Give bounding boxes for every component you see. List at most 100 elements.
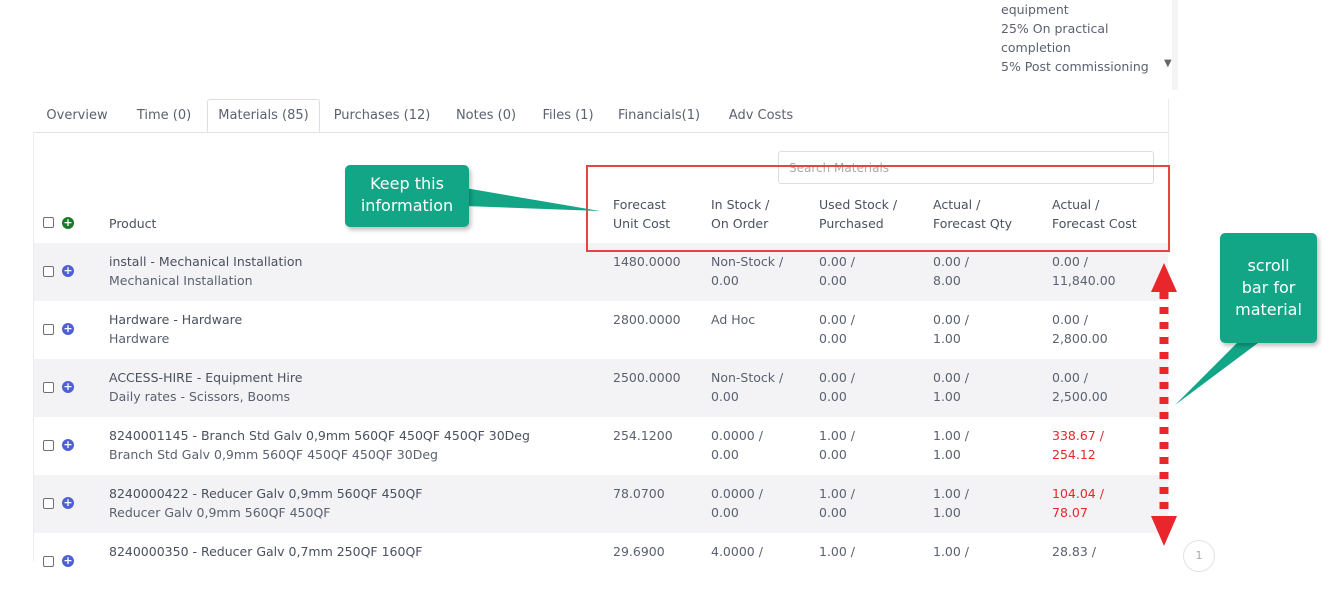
dropdown-line: equipment: [1001, 2, 1069, 17]
cell-line: Ad Hoc: [711, 312, 756, 327]
dropdown-line: 5% Post commissioning: [1001, 59, 1149, 74]
row-checkbox[interactable]: [43, 324, 54, 335]
product-cell[interactable]: 8240000350 - Reducer Galv 0,7mm 250QF 16…: [109, 542, 422, 561]
cost-cell: 28.83 /: [1052, 542, 1096, 561]
qty-cell: 1.00 / 1.00: [933, 426, 969, 464]
cell-line: 0.00: [711, 505, 739, 520]
cell-line: 1480.0000: [613, 254, 681, 269]
product-title: Hardware - Hardware: [109, 312, 243, 327]
product-cell[interactable]: ACCESS-HIRE - Equipment Hire Daily rates …: [109, 368, 302, 406]
help-widget-button[interactable]: 1: [1183, 540, 1215, 572]
cell-line: 1.00 /: [819, 486, 856, 501]
row-checkbox[interactable]: [43, 382, 54, 393]
tab-bar: Overview Time (0) Materials (85) Purchas…: [33, 99, 1169, 133]
product-cell[interactable]: 8240000422 - Reducer Galv 0,9mm 560QF 45…: [109, 484, 422, 522]
cell-line: 0.00: [819, 273, 847, 288]
expand-row-icon[interactable]: +: [62, 323, 74, 335]
cell-line: 8.00: [933, 273, 961, 288]
stock-cell: Ad Hoc: [711, 310, 755, 329]
highlight-box: [586, 165, 1170, 252]
cell-line: 1.00: [933, 447, 961, 462]
column-header-product[interactable]: Product: [109, 214, 156, 233]
cell-line: 254.1200: [613, 428, 673, 443]
cell-line: 2800.0000: [613, 312, 681, 327]
tab-time[interactable]: Time (0): [121, 99, 207, 132]
dropdown-edge: [1172, 0, 1178, 90]
product-subtitle: Reducer Galv 0,9mm 560QF 450QF: [109, 505, 331, 520]
tab-purchases[interactable]: Purchases (12): [327, 99, 437, 132]
cell-line: 0.00 /: [933, 312, 970, 327]
cell-line: 1.00: [933, 505, 961, 520]
row-checkbox[interactable]: [43, 266, 54, 277]
product-subtitle: Branch Std Galv 0,9mm 560QF 450QF 450QF …: [109, 447, 438, 462]
payment-terms-dropdown[interactable]: equipment 25% On practical completion 5%…: [1001, 0, 1151, 76]
add-material-icon[interactable]: +: [62, 217, 74, 229]
cell-line: 1.00 /: [933, 544, 970, 559]
expand-row-icon[interactable]: +: [62, 265, 74, 277]
cell-line: 1.00 /: [933, 486, 970, 501]
cell-line: 0.00 /: [1052, 254, 1089, 269]
dropdown-line: completion: [1001, 40, 1071, 55]
cell-line: 2,500.00: [1052, 389, 1108, 404]
cell-line: 2,800.00: [1052, 331, 1108, 346]
product-cell[interactable]: install - Mechanical Installation Mechani…: [109, 252, 302, 290]
cell-line: 0.00: [819, 505, 847, 520]
product-cell[interactable]: Hardware - Hardware Hardware: [109, 310, 242, 348]
keep-info-callout: Keep this information: [345, 165, 469, 227]
cell-line: 11,840.00: [1052, 273, 1116, 288]
tab-overview[interactable]: Overview: [33, 99, 121, 132]
tab-notes[interactable]: Notes (0): [443, 99, 529, 132]
tab-adv-costs[interactable]: Adv Costs: [717, 99, 805, 132]
cell-line: 0.00: [819, 389, 847, 404]
cell-line: 1.00 /: [819, 544, 856, 559]
used-cell: 1.00 / 0.00: [819, 426, 855, 464]
tab-financials[interactable]: Financials(1): [609, 99, 709, 132]
tab-files[interactable]: Files (1): [533, 99, 603, 132]
cell-line: 0.00 /: [933, 254, 970, 269]
cell-line: 0.00: [711, 447, 739, 462]
cell-line: 1.00: [933, 389, 961, 404]
cell-line: 0.00 /: [1052, 370, 1089, 385]
callout-pointer: [465, 188, 600, 211]
row-checkbox[interactable]: [43, 556, 54, 567]
expand-row-icon[interactable]: +: [62, 439, 74, 451]
stock-cell: 0.0000 / 0.00: [711, 426, 763, 464]
scroll-note-callout: scroll bar for material: [1220, 233, 1317, 343]
cost-cell: 338.67 / 254.12: [1052, 426, 1104, 464]
qty-cell: 0.00 / 1.00: [933, 310, 969, 348]
stock-cell: 4.0000 /: [711, 542, 763, 561]
used-cell: 1.00 /: [819, 542, 855, 561]
product-title: 8240000422 - Reducer Galv 0,9mm 560QF 45…: [109, 486, 423, 501]
used-cell: 1.00 / 0.00: [819, 484, 855, 522]
cell-line: 0.00: [711, 389, 739, 404]
cell-line: 254.12: [1052, 447, 1096, 462]
unit-cost-cell: 78.0700: [613, 484, 665, 503]
product-subtitle: Daily rates - Scissors, Booms: [109, 389, 291, 404]
expand-row-icon[interactable]: +: [62, 497, 74, 509]
stock-cell: Non-Stock / 0.00: [711, 368, 783, 406]
cost-cell: 104.04 / 78.07: [1052, 484, 1104, 522]
cost-cell: 0.00 / 2,800.00: [1052, 310, 1108, 348]
unit-cost-cell: 2800.0000: [613, 310, 681, 329]
callout-line: bar for: [1241, 278, 1296, 297]
cell-line: 2500.0000: [613, 370, 681, 385]
cell-line: 0.00 /: [819, 312, 856, 327]
unit-cost-cell: 29.6900: [613, 542, 665, 561]
row-checkbox[interactable]: [43, 440, 54, 451]
unit-cost-cell: 2500.0000: [613, 368, 681, 387]
tab-materials[interactable]: Materials (85): [207, 99, 320, 132]
cell-line: 78.07: [1052, 505, 1088, 520]
product-cell[interactable]: 8240001145 - Branch Std Galv 0,9mm 560QF…: [109, 426, 530, 464]
row-checkbox[interactable]: [43, 498, 54, 509]
expand-row-icon[interactable]: +: [62, 555, 74, 567]
select-all-checkbox[interactable]: [43, 217, 54, 228]
cell-line: 104.04 /: [1052, 486, 1104, 501]
cost-cell: 0.00 / 11,840.00: [1052, 252, 1116, 290]
cell-line: Non-Stock /: [711, 254, 784, 269]
caret-down-icon[interactable]: ▼: [1164, 58, 1172, 69]
product-subtitle: Mechanical Installation: [109, 273, 253, 288]
expand-row-icon[interactable]: +: [62, 381, 74, 393]
cell-line: 1.00 /: [819, 428, 856, 443]
cell-line: 0.00: [711, 273, 739, 288]
used-cell: 0.00 / 0.00: [819, 252, 855, 290]
